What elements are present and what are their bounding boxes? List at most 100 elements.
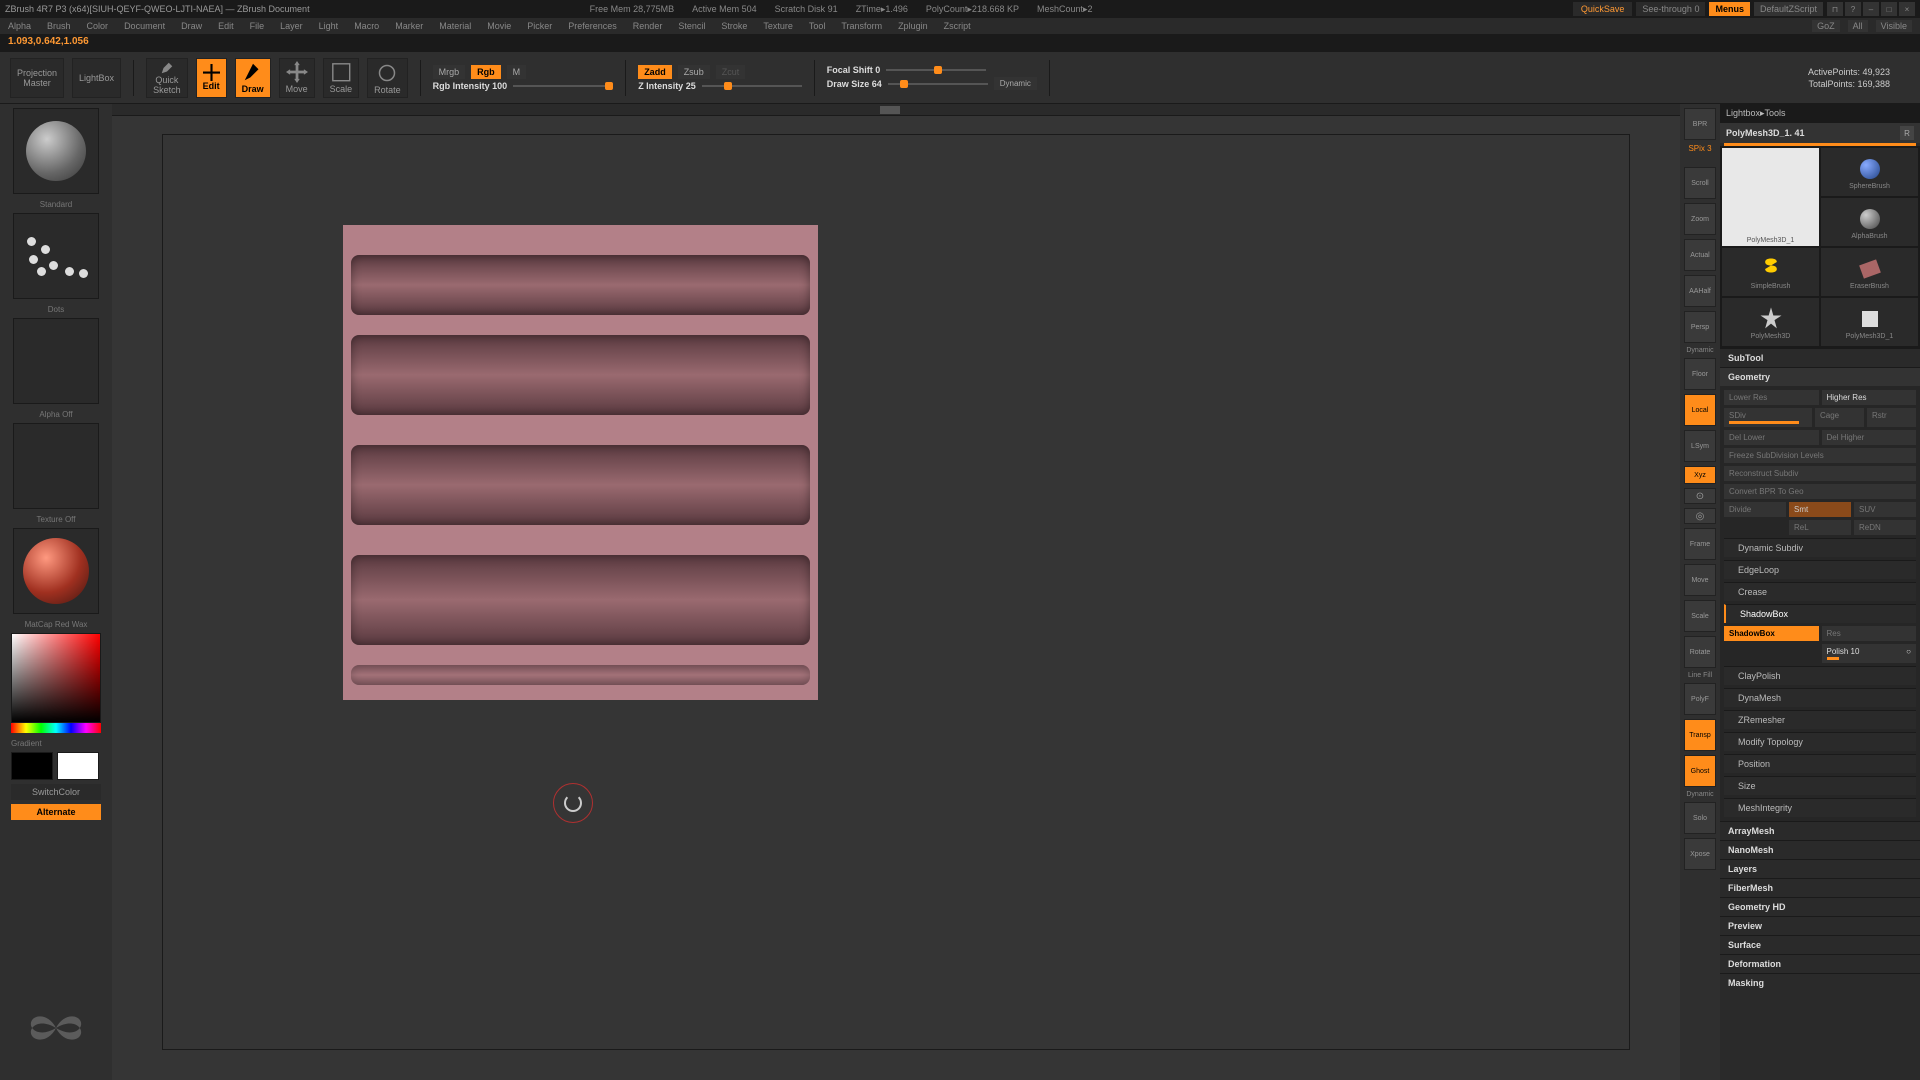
xpose-button[interactable]: Xpose — [1684, 838, 1716, 870]
smt-button[interactable]: Smt — [1789, 502, 1851, 517]
maximize-icon[interactable]: □ — [1881, 2, 1897, 16]
brush-selector[interactable] — [13, 108, 99, 194]
zcut-button[interactable]: Zcut — [716, 65, 746, 79]
m-button[interactable]: M — [507, 65, 527, 79]
menu-material[interactable]: Material — [439, 21, 471, 31]
aahalf-button[interactable]: AAHalf — [1684, 275, 1716, 307]
gradient-label[interactable]: Gradient — [11, 739, 101, 748]
section-preview[interactable]: Preview — [1720, 916, 1920, 935]
seethrough-slider[interactable]: See-through 0 — [1636, 2, 1705, 16]
hue-slider[interactable] — [11, 723, 101, 733]
pin-icon[interactable]: ⊓ — [1827, 2, 1843, 16]
lightbox-button[interactable]: LightBox — [72, 58, 121, 98]
move-tool-button[interactable]: Move — [1684, 564, 1716, 596]
secondary-color-swatch[interactable] — [11, 752, 53, 780]
quicksketch-button[interactable]: Quick Sketch — [146, 58, 188, 98]
lightbox-tools-header[interactable]: Lightbox▸Tools — [1720, 104, 1920, 123]
close-icon[interactable]: × — [1899, 2, 1915, 16]
shadowbox-button[interactable]: ShadowBox — [1724, 626, 1819, 641]
menu-stroke[interactable]: Stroke — [721, 21, 747, 31]
rotate-button[interactable]: Rotate — [367, 58, 408, 98]
tool-thumb-alphabrush[interactable]: AlphaBrush — [1821, 198, 1918, 246]
section-edgeloop[interactable]: EdgeLoop — [1724, 560, 1916, 579]
del-lower-button[interactable]: Del Lower — [1724, 430, 1819, 445]
menu-texture[interactable]: Texture — [763, 21, 793, 31]
section-masking[interactable]: Masking — [1720, 973, 1920, 992]
section-dynamic-subdiv[interactable]: Dynamic Subdiv — [1724, 538, 1916, 557]
section-deformation[interactable]: Deformation — [1720, 954, 1920, 973]
all-button[interactable]: All — [1848, 20, 1868, 32]
move-button[interactable]: Move — [279, 58, 315, 98]
menu-movie[interactable]: Movie — [487, 21, 511, 31]
scale-tool-button[interactable]: Scale — [1684, 600, 1716, 632]
higher-res-button[interactable]: Higher Res — [1822, 390, 1917, 405]
section-subtool[interactable]: SubTool — [1720, 348, 1920, 367]
cage-button[interactable]: Cage — [1815, 408, 1864, 427]
minimize-icon[interactable]: – — [1863, 2, 1879, 16]
z-intensity-label[interactable]: Z Intensity 25 — [638, 81, 696, 91]
color-picker[interactable] — [11, 633, 101, 723]
menu-document[interactable]: Document — [124, 21, 165, 31]
spix-slider[interactable]: SPix 3 — [1688, 144, 1711, 153]
actual-button[interactable]: Actual — [1684, 239, 1716, 271]
zoom-button[interactable]: Zoom — [1684, 203, 1716, 235]
rel-button[interactable]: ReL — [1789, 520, 1851, 535]
draw-size-label[interactable]: Draw Size 64 — [827, 79, 882, 89]
res-slider[interactable]: Res — [1822, 626, 1917, 641]
section-crease[interactable]: Crease — [1724, 582, 1916, 601]
menu-zplugin[interactable]: Zplugin — [898, 21, 928, 31]
material-selector[interactable] — [13, 528, 99, 614]
section-modify-topology[interactable]: Modify Topology — [1724, 732, 1916, 751]
fit-button[interactable]: ◎ — [1684, 508, 1716, 524]
tool-thumb-current[interactable]: PolyMesh3D_1 — [1722, 148, 1819, 246]
section-meshintegrity[interactable]: MeshIntegrity — [1724, 798, 1916, 817]
tool-thumb-polymesh3d[interactable]: PolyMesh3D — [1722, 298, 1819, 346]
persp-button[interactable]: Persp — [1684, 311, 1716, 343]
section-geometry[interactable]: Geometry — [1720, 367, 1920, 386]
menu-light[interactable]: Light — [319, 21, 339, 31]
zsub-button[interactable]: Zsub — [678, 65, 710, 79]
scroll-button[interactable]: Scroll — [1684, 167, 1716, 199]
section-layers[interactable]: Layers — [1720, 859, 1920, 878]
bpr-button[interactable]: BPR — [1684, 108, 1716, 140]
menu-edit[interactable]: Edit — [218, 21, 234, 31]
quicksave-button[interactable]: QuickSave — [1573, 2, 1633, 16]
menu-preferences[interactable]: Preferences — [568, 21, 617, 31]
menu-file[interactable]: File — [250, 21, 265, 31]
lsym-button[interactable]: LSym — [1684, 430, 1716, 462]
rgb-intensity-label[interactable]: Rgb Intensity 100 — [433, 81, 508, 91]
visible-button[interactable]: Visible — [1876, 20, 1912, 32]
menu-layer[interactable]: Layer — [280, 21, 303, 31]
polish-slider[interactable]: Polish 10 ○ — [1822, 644, 1917, 663]
section-arraymesh[interactable]: ArrayMesh — [1720, 821, 1920, 840]
draw-size-slider[interactable] — [888, 83, 988, 85]
help-icon[interactable]: ? — [1845, 2, 1861, 16]
tool-thumb-eraserbrush[interactable]: EraserBrush — [1821, 248, 1918, 296]
section-geometry-hd[interactable]: Geometry HD — [1720, 897, 1920, 916]
menu-zscript[interactable]: Zscript — [944, 21, 971, 31]
edit-button[interactable]: Edit — [196, 58, 227, 98]
goz-button[interactable]: GoZ — [1812, 20, 1840, 32]
section-size[interactable]: Size — [1724, 776, 1916, 795]
focal-shift-label[interactable]: Focal Shift 0 — [827, 65, 881, 75]
polyf-button[interactable]: PolyF — [1684, 683, 1716, 715]
menu-picker[interactable]: Picker — [527, 21, 552, 31]
del-higher-button[interactable]: Del Higher — [1822, 430, 1917, 445]
menu-render[interactable]: Render — [633, 21, 663, 31]
sdiv-slider[interactable]: SDiv — [1724, 408, 1812, 427]
local-button[interactable]: Local — [1684, 394, 1716, 426]
redn-button[interactable]: ReDN — [1854, 520, 1916, 535]
solo-button[interactable]: Solo — [1684, 802, 1716, 834]
section-position[interactable]: Position — [1724, 754, 1916, 773]
z-intensity-slider[interactable] — [702, 85, 802, 87]
scale-button[interactable]: Scale — [323, 58, 360, 98]
section-nanomesh[interactable]: NanoMesh — [1720, 840, 1920, 859]
section-surface[interactable]: Surface — [1720, 935, 1920, 954]
xyz-button[interactable]: Xyz — [1684, 466, 1716, 484]
projection-master-button[interactable]: Projection Master — [10, 58, 64, 98]
current-tool-name[interactable]: PolyMesh3D_1. 41 — [1726, 128, 1805, 138]
dynamic-button[interactable]: Dynamic — [994, 77, 1037, 90]
menu-transform[interactable]: Transform — [841, 21, 882, 31]
suv-button[interactable]: SUV — [1854, 502, 1916, 517]
floor-button[interactable]: Floor — [1684, 358, 1716, 390]
